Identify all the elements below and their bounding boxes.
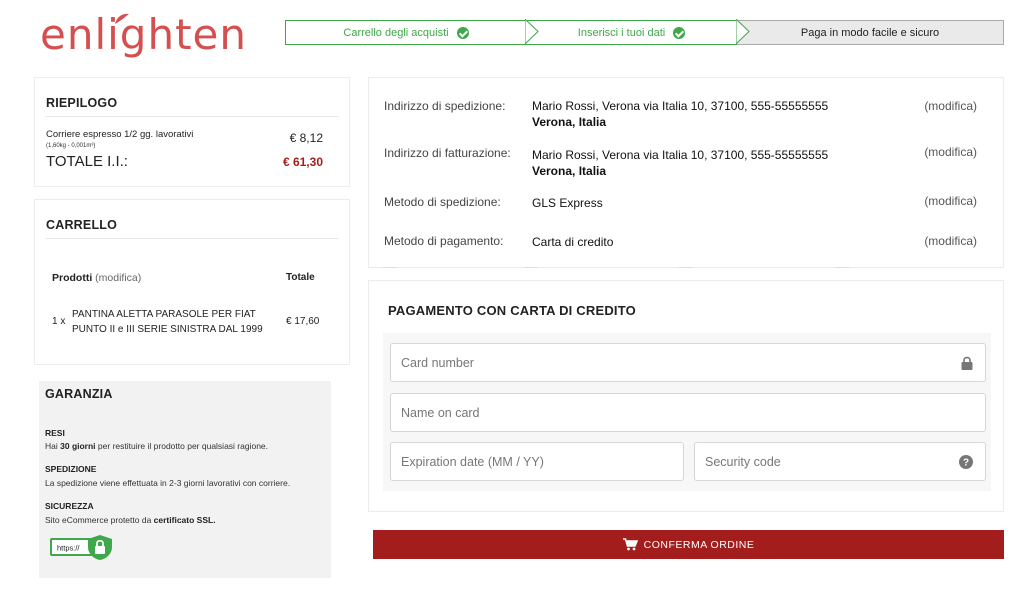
shipping-method-label: Metodo di spedizione: bbox=[384, 195, 501, 209]
shipping-sub: (1,60kg - 0,001m³) bbox=[46, 143, 96, 149]
security-text-bold: certificato SSL. bbox=[153, 515, 216, 525]
svg-text:?: ? bbox=[963, 458, 969, 469]
card-number-placeholder: Card number bbox=[401, 355, 474, 370]
divider bbox=[835, 267, 849, 268]
ssl-badge-text: https:// bbox=[57, 544, 80, 553]
guarantee-title: GARANZIA bbox=[45, 387, 113, 401]
security-text: Sito eCommerce protetto da certificato S… bbox=[45, 515, 216, 525]
shipping-title: SPEDIZIONE bbox=[45, 464, 97, 474]
confirm-order-button[interactable]: CONFERMA ORDINE bbox=[373, 530, 1004, 559]
ssl-badge: https:// bbox=[50, 535, 112, 560]
cart-item-qty: 1 x bbox=[52, 316, 66, 327]
divider bbox=[46, 116, 338, 117]
total-label: TOTALE I.I.: bbox=[46, 153, 128, 170]
billing-address-modify-link[interactable]: (modifica) bbox=[924, 145, 977, 159]
shipping-address-line1: Mario Rossi, Verona via Italia 10, 37100… bbox=[532, 99, 829, 113]
security-title: SICUREZZA bbox=[45, 501, 94, 511]
divider bbox=[383, 267, 397, 268]
total-price: € 61,30 bbox=[282, 155, 323, 169]
card-form: Card number Name on card Expiration date… bbox=[383, 333, 991, 491]
shipping-method-value: GLS Express bbox=[532, 196, 603, 210]
step-pay-label: Paga in modo facile e sicuro bbox=[800, 26, 940, 39]
cart-panel: CARRELLO Prodotti (modifica) Totale 1 x … bbox=[34, 199, 350, 365]
payment-method-value: Carta di credito bbox=[532, 235, 614, 249]
divider bbox=[679, 267, 693, 268]
billing-address-label: Indirizzo di fatturazione: bbox=[384, 146, 511, 160]
shipping-address-line2: Verona, Italia bbox=[532, 115, 607, 129]
divider bbox=[524, 267, 538, 268]
order-details-panel: Indirizzo di spedizione: Mario Rossi, Ve… bbox=[368, 77, 1004, 268]
returns-text-pre: Hai bbox=[45, 441, 61, 451]
security-code-input[interactable]: Security code ? bbox=[694, 442, 986, 481]
returns-title: RESI bbox=[45, 428, 65, 438]
payment-method-modify-link[interactable]: (modifica) bbox=[924, 234, 977, 248]
cart-products-header: Prodotti (modifica) bbox=[52, 272, 141, 284]
shipping-method-modify-link[interactable]: (modifica) bbox=[924, 194, 977, 208]
payment-title: PAGAMENTO CON CARTA DI CREDITO bbox=[388, 303, 636, 318]
shipping-address-value: Mario Rossi, Verona via Italia 10, 37100… bbox=[532, 98, 828, 130]
returns-text-bold: 30 giorni bbox=[60, 441, 96, 451]
returns-text-post: per restituire il prodotto per qualsiasi… bbox=[95, 441, 269, 451]
security-code-placeholder: Security code bbox=[705, 454, 781, 469]
expiry-input[interactable]: Expiration date (MM / YY) bbox=[390, 442, 684, 481]
step-separator bbox=[736, 19, 750, 44]
cart-icon bbox=[622, 538, 638, 551]
lock-icon bbox=[961, 356, 973, 370]
shipping-address-modify-link[interactable]: (modifica) bbox=[924, 99, 977, 113]
billing-address-value: Mario Rossi, Verona via Italia 10, 37100… bbox=[532, 147, 828, 179]
confirm-order-label: CONFERMA ORDINE bbox=[643, 538, 755, 551]
step-cart-label: Carrello degli acquisti bbox=[343, 26, 449, 39]
shipping-address-label: Indirizzo di spedizione: bbox=[384, 99, 506, 113]
card-number-input[interactable]: Card number bbox=[390, 343, 986, 382]
summary-title: RIEPILOGO bbox=[46, 96, 118, 110]
cart-item-price: € 17,60 bbox=[286, 316, 320, 327]
step-data[interactable]: Inserisci i tuoi dati bbox=[526, 20, 737, 45]
check-icon bbox=[673, 26, 686, 39]
cart-title: CARRELLO bbox=[46, 218, 118, 232]
returns-text: Hai 30 giorni per restituire il prodotto… bbox=[45, 441, 268, 451]
divider bbox=[46, 238, 338, 239]
name-on-card-placeholder: Name on card bbox=[401, 405, 480, 420]
billing-address-line2: Verona, Italia bbox=[532, 164, 607, 178]
summary-panel: RIEPILOGO Corriere espresso 1/2 gg. lavo… bbox=[34, 77, 350, 187]
billing-address-line1: Mario Rossi, Verona via Italia 10, 37100… bbox=[532, 148, 829, 162]
shipping-text: La spedizione viene effettuata in 2-3 gi… bbox=[45, 478, 291, 488]
checkout-steps: Carrello degli acquisti Inserisci i tuoi… bbox=[285, 19, 1004, 45]
leaf-icon bbox=[115, 13, 129, 24]
guarantee-panel: GARANZIA RESI Hai 30 giorni per restitui… bbox=[39, 381, 331, 578]
payment-method-label: Metodo di pagamento: bbox=[384, 234, 504, 248]
logo-text: enlighten bbox=[40, 10, 248, 59]
check-icon bbox=[456, 26, 469, 39]
shipping-price: € 8,12 bbox=[289, 131, 323, 145]
security-text-pre: Sito eCommerce protetto da bbox=[45, 515, 154, 525]
step-separator bbox=[525, 19, 539, 44]
name-on-card-input[interactable]: Name on card bbox=[390, 393, 986, 432]
cart-modify-link[interactable]: (modifica) bbox=[95, 272, 141, 284]
products-header-label: Prodotti bbox=[52, 272, 93, 284]
step-cart[interactable]: Carrello degli acquisti bbox=[285, 20, 526, 45]
cart-total-header: Totale bbox=[286, 272, 315, 283]
payment-panel: PAGAMENTO CON CARTA DI CREDITO Card numb… bbox=[368, 280, 1004, 512]
expiry-placeholder: Expiration date (MM / YY) bbox=[401, 454, 544, 469]
brand-logo[interactable]: enlighten bbox=[40, 10, 247, 59]
help-icon[interactable]: ? bbox=[959, 455, 973, 469]
step-data-label: Inserisci i tuoi dati bbox=[577, 26, 666, 39]
shipping-label: Corriere espresso 1/2 gg. lavorativi bbox=[46, 129, 194, 140]
step-pay: Paga in modo facile e sicuro bbox=[737, 20, 1004, 45]
cart-item-name: PANTINA ALETTA PARASOLE PER FIAT PUNTO I… bbox=[72, 309, 263, 335]
